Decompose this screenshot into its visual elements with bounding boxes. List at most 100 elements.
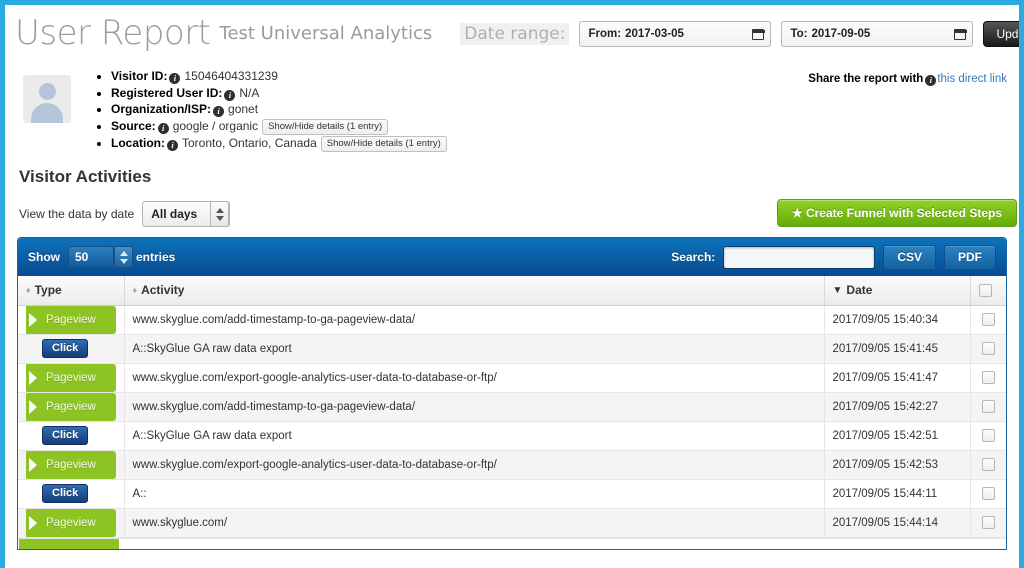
visitor-id-value: 15046404331239 [184,69,277,83]
info-icon[interactable]: i [167,140,178,151]
row-checkbox[interactable] [982,458,995,471]
row-select-cell[interactable] [970,363,1006,392]
column-header-activity[interactable]: ♦Activity [124,276,824,305]
export-csv-button[interactable]: CSV [883,245,936,270]
view-by-date-label: View the data by date [19,207,134,221]
row-checkbox[interactable] [982,429,995,442]
table-row[interactable]: Click A::SkyGlue GA raw data export 2017… [18,334,1006,363]
row-type-cell: Click [18,421,124,450]
info-icon[interactable]: i [169,73,180,84]
info-icon[interactable]: i [224,90,235,101]
row-select-cell[interactable] [970,421,1006,450]
row-date: 2017/09/05 15:44:14 [824,508,970,537]
row-checkbox[interactable] [982,487,995,500]
entries-count-select[interactable]: 50 [68,246,114,268]
export-pdf-button[interactable]: PDF [944,245,996,270]
row-type-cell: Pageview [18,450,124,479]
table-row[interactable]: Click A::SkyGlue GA raw data export 2017… [18,421,1006,450]
row-activity: www.skyglue.com/add-timestamp-to-ga-page… [124,305,824,334]
organization-isp-value: gonet [228,102,258,116]
activities-table: ♦Type ♦Activity ▼Date Pageview [18,276,1006,538]
row-activity: www.skyglue.com/export-google-analytics-… [124,363,824,392]
click-badge: Click [42,484,88,503]
row-type-cell: Pageview [18,508,124,537]
row-activity: www.skyglue.com/add-timestamp-to-ga-page… [124,392,824,421]
column-header-date[interactable]: ▼Date [824,276,970,305]
visitor-id-label: Visitor ID: [111,69,167,83]
table-row[interactable]: Pageview www.skyglue.com/ 2017/09/05 15:… [18,508,1006,537]
registered-user-id-value: N/A [239,86,259,100]
update-button[interactable]: Update [983,21,1024,47]
row-checkbox[interactable] [982,371,995,384]
visitor-detail-list: Visitor ID:i15046404331239 Registered Us… [95,69,447,149]
row-date: 2017/09/05 15:41:47 [824,363,970,392]
share-report-label: Share the report with [808,73,923,85]
source-showhide-details-button[interactable]: Show/Hide details (1 entry) [262,119,388,135]
direct-link[interactable]: this direct link [937,73,1007,85]
row-checkbox[interactable] [982,342,995,355]
row-checkbox[interactable] [982,516,995,529]
stepper-icon[interactable] [210,201,229,227]
click-badge: Click [42,339,88,358]
table-row[interactable]: Pageview www.skyglue.com/export-google-a… [18,363,1006,392]
table-row[interactable]: Click A:: 2017/09/05 15:44:11 [18,479,1006,508]
select-all-checkbox[interactable] [979,284,992,297]
date-to-value: 2017-09-05 [812,28,871,40]
row-select-cell[interactable] [970,479,1006,508]
pageview-badge: Pageview [26,393,116,421]
list-item: Organization/ISP:igonet [111,102,447,118]
date-range-label: Date range: [460,23,569,45]
organization-isp-label: Organization/ISP: [111,102,211,116]
chevron-up-icon [120,251,128,256]
sort-desc-icon: ▼ [833,285,843,296]
row-select-cell[interactable] [970,450,1006,479]
page-header: User Report Test Universal Analytics Dat… [5,5,1019,63]
registered-user-id-label: Registered User ID: [111,86,222,100]
row-select-cell[interactable] [970,392,1006,421]
row-activity: A::SkyGlue GA raw data export [124,334,824,363]
date-from-input[interactable]: From:2017-03-05 [579,21,771,47]
create-funnel-button[interactable]: ★ Create Funnel with Selected Steps [777,199,1017,227]
row-type-cell: Pageview [18,392,124,421]
pageview-badge: Pageview [26,306,116,334]
table-row[interactable]: Pageview www.skyglue.com/add-timestamp-t… [18,392,1006,421]
row-checkbox[interactable] [982,400,995,413]
date-from-label: From: [588,28,621,40]
location-showhide-details-button[interactable]: Show/Hide details (1 entry) [321,136,447,152]
row-date: 2017/09/05 15:42:27 [824,392,970,421]
row-select-cell[interactable] [970,508,1006,537]
date-to-input[interactable]: To: 2017-09-05 [781,21,973,47]
row-select-cell[interactable] [970,305,1006,334]
row-activity: www.skyglue.com/ [124,508,824,537]
info-icon[interactable]: i [158,123,169,134]
pageview-badge: Pageview [26,451,116,479]
search-input[interactable] [723,246,875,269]
row-select-cell[interactable] [970,334,1006,363]
table-row[interactable]: Pageview www.skyglue.com/export-google-a… [18,450,1006,479]
info-icon[interactable]: i [925,75,936,86]
chevron-up-icon [216,208,224,213]
row-checkbox[interactable] [982,313,995,326]
activities-panel: Show 50 entries Search: CSV PDF [17,237,1007,550]
row-date: 2017/09/05 15:42:51 [824,421,970,450]
location-label: Location: [111,136,165,150]
calendar-icon[interactable] [752,29,764,40]
source-label: Source: [111,119,156,133]
row-type-cell: Pageview [18,305,124,334]
column-header-type[interactable]: ♦Type [18,276,124,305]
stepper-icon[interactable] [114,246,133,268]
entries-count-value: 50 [75,250,88,264]
view-by-date-select[interactable]: All days [142,201,230,227]
calendar-icon[interactable] [954,29,966,40]
view-controls: View the data by date All days ★ Create … [19,201,1019,227]
row-activity: A::SkyGlue GA raw data export [124,421,824,450]
avatar-head-icon [39,83,56,100]
table-header-row: ♦Type ♦Activity ▼Date [18,276,1006,305]
column-header-select-all[interactable] [970,276,1006,305]
info-icon[interactable]: i [213,106,224,117]
table-row[interactable]: Pageview www.skyglue.com/add-timestamp-t… [18,305,1006,334]
date-to-label: To: [790,28,807,40]
sort-icon: ♦ [26,285,31,295]
source-value: google / organic [173,119,258,133]
avatar [23,75,71,123]
